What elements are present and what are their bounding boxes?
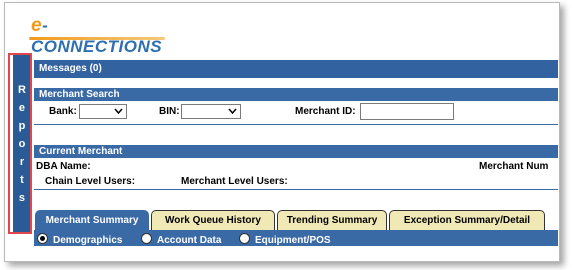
chain-level-users-label: Chain Level Users: <box>45 176 136 187</box>
tab-trending-summary[interactable]: Trending Summary <box>277 210 387 230</box>
tab-work-queue-history[interactable]: Work Queue History <box>151 210 275 230</box>
chevron-down-icon <box>114 108 123 115</box>
radio-account-data[interactable] <box>141 233 152 244</box>
merchant-id-label: Merchant ID: <box>295 106 356 117</box>
section-divider <box>34 124 558 125</box>
tab-exception-summary-detail[interactable]: Exception Summary/Detail <box>389 210 545 230</box>
radio-equipment-pos[interactable] <box>239 233 250 244</box>
merchant-level-users-label: Merchant Level Users: <box>181 176 288 187</box>
reports-highlight-box <box>8 53 32 234</box>
merchant-search-title: Merchant Search <box>39 89 120 100</box>
current-merchant-title: Current Merchant <box>39 146 123 157</box>
messages-bar[interactable]: Messages (0) <box>34 60 558 78</box>
app-window: e-CONNECTIONS R e p o r t s Messages (0)… <box>4 2 560 262</box>
bin-select[interactable] <box>181 104 241 119</box>
current-merchant-header: Current Merchant <box>34 145 558 158</box>
merchant-num-label: Merchant Num <box>479 161 549 172</box>
bin-label: BIN: <box>159 106 180 117</box>
messages-label: Messages (0) <box>39 63 102 74</box>
chevron-down-icon <box>228 108 237 115</box>
demographics-label: Demographics <box>53 235 123 246</box>
section-divider <box>34 189 558 190</box>
bank-select[interactable] <box>79 104 127 119</box>
equipment-pos-label: Equipment/POS <box>255 235 331 246</box>
radio-demographics[interactable] <box>37 233 48 244</box>
merchant-search-header: Merchant Search <box>34 88 558 101</box>
e-connections-logo: e-CONNECTIONS <box>31 15 163 56</box>
account-data-label: Account Data <box>157 235 222 246</box>
merchant-id-input[interactable] <box>360 103 454 120</box>
bank-label: Bank: <box>49 106 77 117</box>
tab-merchant-summary[interactable]: Merchant Summary <box>35 210 149 230</box>
dba-name-label: DBA Name: <box>36 161 91 172</box>
logo-underline <box>29 37 165 40</box>
